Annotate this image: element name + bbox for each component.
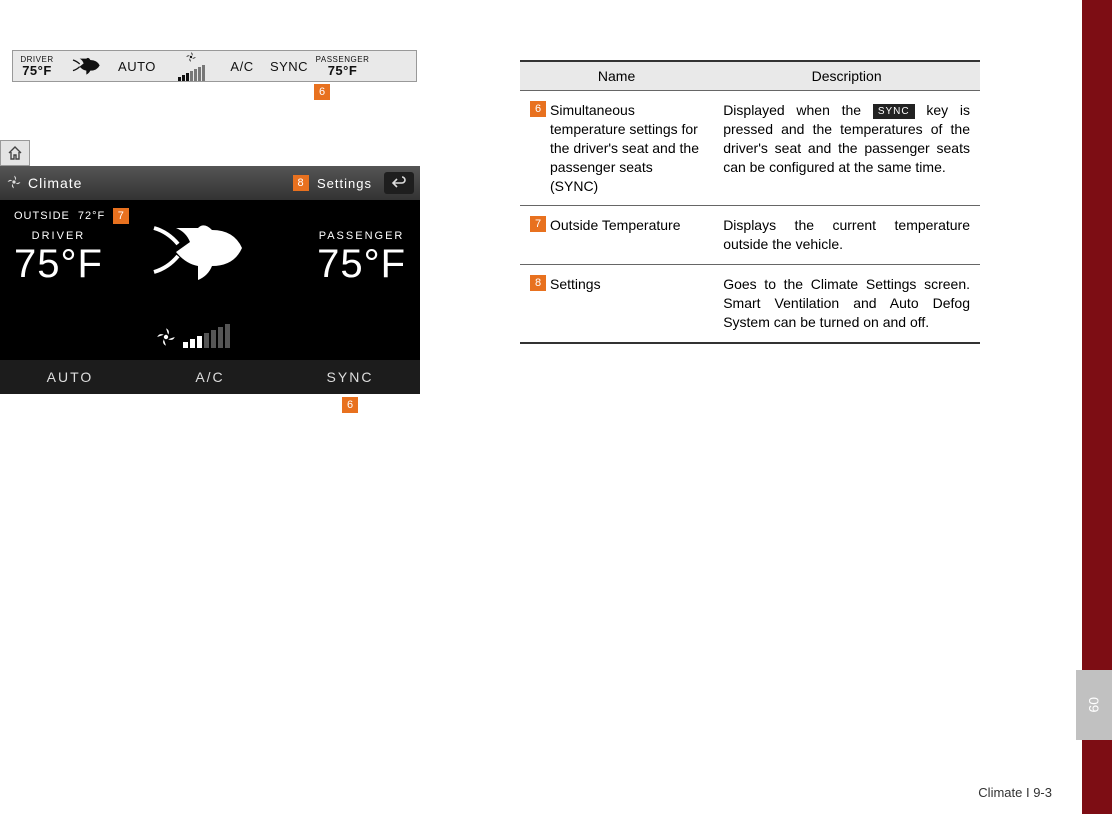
sync-key-label: SYNC: [873, 104, 915, 120]
outside-temp: 72°F: [78, 210, 105, 222]
fan-icon: [6, 174, 22, 193]
driver-temp-block: DRIVER 75°F: [14, 230, 103, 287]
table-row: 7Outside Temperature Displays the curren…: [520, 206, 980, 265]
climate-panel: Climate 8 Settings OUTSIDE 72°F 7: [0, 166, 420, 394]
driver-temp-block: DRIVER 75°F: [13, 51, 61, 81]
sync-button[interactable]: SYNC: [280, 360, 420, 394]
row-desc: Displays the current temperature outside…: [713, 206, 980, 265]
home-icon[interactable]: [0, 140, 30, 166]
auto-button[interactable]: AUTO: [0, 360, 140, 394]
airflow-icon: [150, 218, 260, 293]
passenger-label: PASSENGER: [317, 230, 406, 242]
ac-label: A/C: [221, 51, 263, 81]
table-row: 6Simultaneous temperature settings for t…: [520, 91, 980, 206]
callout-6-marker: 6: [342, 397, 358, 413]
table-head-desc: Description: [713, 61, 980, 91]
row-desc: Goes to the Climate Settings screen. Sma…: [713, 265, 980, 343]
row-badge: 8: [530, 275, 546, 291]
passenger-temp-block: PASSENGER 75°F: [317, 230, 406, 287]
page-footer: Climate I 9-3: [978, 785, 1052, 800]
driver-label: DRIVER: [14, 230, 103, 242]
fan-level-icon: [161, 51, 221, 81]
settings-button-label[interactable]: Settings: [317, 176, 372, 191]
driver-temp: 75°F: [14, 242, 103, 287]
row-name: Simultaneous temperature settings for th…: [550, 101, 703, 195]
callout-6-marker: 6: [314, 84, 330, 100]
table-head-name: Name: [520, 61, 713, 91]
driver-temp: 75°F: [22, 64, 52, 77]
row-name: Settings: [550, 275, 601, 294]
passenger-temp: 75°F: [317, 242, 406, 287]
back-button[interactable]: [384, 172, 414, 194]
callout-7-marker: 7: [113, 208, 129, 224]
callout-8-marker: 8: [293, 175, 309, 191]
chapter-tab: 09: [1076, 670, 1112, 740]
passenger-temp: 75°F: [328, 64, 358, 77]
passenger-temp-block: PASSENGER 75°F: [315, 51, 370, 81]
ac-button[interactable]: A/C: [140, 360, 280, 394]
climate-top-bar: DRIVER 75°F AUTO A/C SYNC: [12, 50, 417, 82]
row-badge: 6: [530, 101, 546, 117]
outside-label: OUTSIDE: [14, 210, 70, 222]
panel-header: Climate 8 Settings: [0, 166, 420, 200]
sync-label: SYNC: [263, 51, 315, 81]
fan-level-indicator: [155, 324, 230, 348]
description-table: Name Description 6Simultaneous temperatu…: [520, 60, 980, 344]
table-row: 8Settings Goes to the Climate Settings s…: [520, 265, 980, 343]
panel-title: Climate: [28, 175, 82, 191]
row-badge: 7: [530, 216, 546, 232]
auto-label: AUTO: [113, 51, 161, 81]
row-desc: Displayed when the SYNC key is pressed a…: [713, 91, 980, 206]
airflow-icon: [61, 51, 113, 81]
row-name: Outside Temperature: [550, 216, 680, 235]
